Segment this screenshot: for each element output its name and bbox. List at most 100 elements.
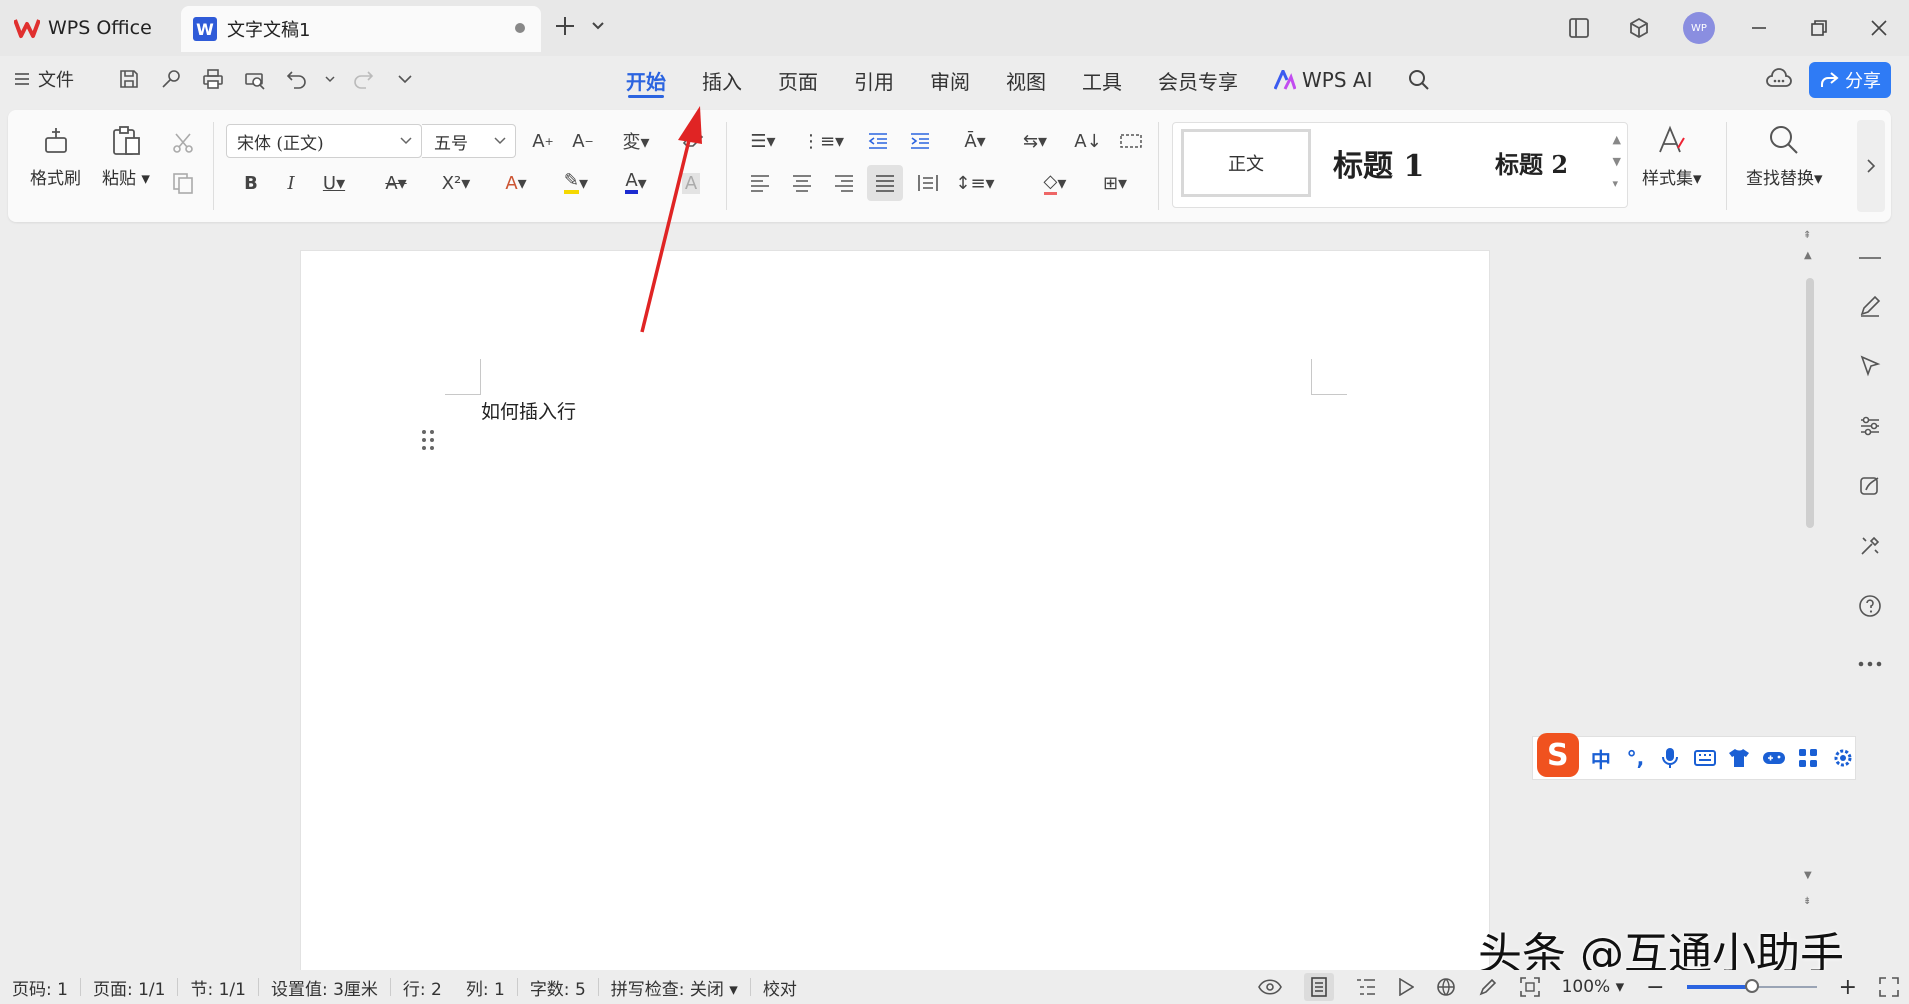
strikethrough-icon[interactable]: A▾ <box>376 168 416 198</box>
tools-wrench-icon[interactable] <box>1848 524 1892 568</box>
status-setting-value[interactable]: 设置值: 3厘米 <box>259 975 390 1000</box>
microphone-icon[interactable] <box>1658 745 1683 771</box>
tab-references[interactable]: 引用 <box>836 56 912 104</box>
zoom-out-icon[interactable]: − <box>1646 975 1664 1000</box>
ime-chinese-mode[interactable]: 中 <box>1589 745 1614 772</box>
sort-icon[interactable]: ⇆▾ <box>1013 126 1057 156</box>
zoom-level[interactable]: 100% ▾ <box>1562 977 1625 997</box>
new-tab-plus-icon[interactable] <box>553 14 577 38</box>
share-button[interactable]: 分享 <box>1809 62 1891 98</box>
sogou-ime-logo-icon[interactable]: S <box>1537 733 1579 777</box>
zoom-slider[interactable] <box>1686 979 1817 993</box>
ribbon-scroll-right-icon[interactable] <box>1857 120 1885 212</box>
drag-handle-icon[interactable] <box>421 429 435 451</box>
user-avatar[interactable]: WP <box>1683 12 1715 44</box>
sort-az-icon[interactable]: A↓ <box>1073 126 1103 156</box>
show-marks-icon[interactable] <box>1116 126 1146 156</box>
italic-icon[interactable]: I <box>276 168 306 198</box>
style-normal[interactable]: 正文 <box>1181 129 1311 197</box>
web-layout-globe-icon[interactable] <box>1436 977 1456 997</box>
justify-icon[interactable] <box>867 165 903 201</box>
vertical-scrollbar[interactable]: ⇞ ▲ ▼ ⇟ <box>1800 228 1822 968</box>
tab-view[interactable]: 视图 <box>988 56 1064 104</box>
play-slideshow-icon[interactable] <box>1398 978 1414 996</box>
restore-icon[interactable] <box>1789 0 1849 56</box>
tab-home[interactable]: 开始 <box>608 56 684 104</box>
font-name-select[interactable]: 宋体 (正文) <box>226 124 422 158</box>
status-page-number[interactable]: 页码: 1 <box>0 975 80 1000</box>
tab-tools[interactable]: 工具 <box>1064 56 1140 104</box>
increase-indent-icon[interactable] <box>905 126 935 156</box>
borders-icon[interactable]: ⊞▾ <box>1093 168 1137 198</box>
reading-mode-eye-icon[interactable] <box>1257 979 1282 995</box>
zoom-in-icon[interactable]: + <box>1839 975 1857 1000</box>
unsaved-dot-icon[interactable] <box>515 23 525 33</box>
undo-dropdown-icon[interactable] <box>324 64 336 94</box>
app-grid-icon[interactable] <box>1796 745 1821 771</box>
minimize-icon[interactable] <box>1729 0 1789 56</box>
adjust-sliders-icon[interactable] <box>1848 404 1892 448</box>
image-edit-icon[interactable] <box>1848 464 1892 508</box>
redo-icon[interactable] <box>348 64 378 94</box>
write-mode-pen-icon[interactable] <box>1478 977 1498 997</box>
bullet-list-icon[interactable]: ☰▾ <box>743 126 783 156</box>
font-size-select[interactable]: 五号 <box>422 124 516 158</box>
superscript-icon[interactable]: X²▾ <box>436 168 476 198</box>
style-heading-2[interactable]: 标题 2 <box>1495 145 1568 180</box>
cloud-sync-icon[interactable] <box>1765 66 1793 92</box>
ime-punctuation-mode[interactable]: °, <box>1623 745 1648 771</box>
gamepad-icon[interactable] <box>1761 745 1786 771</box>
page-view-icon[interactable] <box>1303 973 1334 1001</box>
tab-review[interactable]: 审阅 <box>912 56 988 104</box>
print-preview-icon[interactable] <box>240 64 270 94</box>
scroll-down-icon[interactable]: ▼ <box>1804 870 1812 881</box>
underline-icon[interactable]: U▾ <box>314 168 354 198</box>
style-set-button[interactable]: 样式集▾ <box>1642 124 1702 189</box>
status-word-count[interactable]: 字数: 5 <box>518 975 598 1000</box>
skin-shirt-icon[interactable] <box>1727 745 1752 771</box>
file-menu-button[interactable]: 文件 <box>14 66 74 92</box>
search-icon[interactable] <box>1390 56 1448 104</box>
outline-view-icon[interactable] <box>1356 978 1376 996</box>
gallery-scroll-arrows-icon[interactable]: ▲ ▼ ▾ <box>1613 129 1621 195</box>
status-pages[interactable]: 页面: 1/1 <box>81 975 178 1000</box>
status-proofread[interactable]: 校对 <box>751 975 809 1000</box>
keyboard-icon[interactable] <box>1692 745 1717 771</box>
zoom-slider-knob[interactable] <box>1744 979 1759 993</box>
grow-font-icon[interactable]: A + <box>528 126 558 156</box>
align-center-icon[interactable] <box>787 168 817 198</box>
more-options-icon[interactable] <box>1848 642 1892 686</box>
cube-app-center-icon[interactable] <box>1609 0 1669 56</box>
print-icon[interactable] <box>198 64 228 94</box>
tab-page[interactable]: 页面 <box>760 56 836 104</box>
pen-edit-icon[interactable] <box>1848 284 1892 328</box>
collapse-panel-icon[interactable] <box>1848 236 1892 280</box>
distributed-align-icon[interactable] <box>913 168 943 198</box>
scroll-up-icon[interactable]: ▲ <box>1804 250 1812 261</box>
scroll-bottom-icon[interactable]: ⇟ <box>1803 896 1811 907</box>
select-pointer-icon[interactable] <box>1848 344 1892 388</box>
ime-settings-icon[interactable] <box>1831 745 1856 771</box>
text-effect-icon[interactable]: A ▾ <box>496 168 536 198</box>
status-spell-check[interactable]: 拼写检查: 关闭 ▾ <box>599 975 750 1000</box>
help-icon[interactable] <box>1848 584 1892 628</box>
export-pdf-icon[interactable] <box>156 64 186 94</box>
bold-icon[interactable]: B <box>236 168 266 198</box>
layout-toggle-icon[interactable] <box>1549 0 1609 56</box>
status-column[interactable]: 列: 1 <box>454 975 517 1000</box>
quick-access-more-icon[interactable] <box>390 64 420 94</box>
fullscreen-icon[interactable] <box>1879 977 1899 997</box>
copy-icon[interactable] <box>168 168 198 198</box>
status-row[interactable]: 行: 2 <box>391 975 454 1000</box>
paragraph-shading-icon[interactable]: ◇ ▾ <box>1033 168 1077 198</box>
status-section[interactable]: 节: 1/1 <box>178 975 258 1000</box>
tab-insert[interactable]: 插入 <box>684 56 760 104</box>
text-direction-icon[interactable]: Ā▾ <box>953 126 997 156</box>
scroll-top-icon[interactable]: ⇞ <box>1803 230 1811 241</box>
scrollbar-thumb[interactable] <box>1806 278 1814 528</box>
shrink-font-icon[interactable]: A − <box>568 126 598 156</box>
find-replace-button[interactable]: 查找替换▾ <box>1746 124 1823 189</box>
save-icon[interactable] <box>114 64 144 94</box>
tab-wps-ai[interactable]: WPS AI <box>1256 56 1390 104</box>
document-tab[interactable]: W 文字文稿1 <box>181 6 541 52</box>
